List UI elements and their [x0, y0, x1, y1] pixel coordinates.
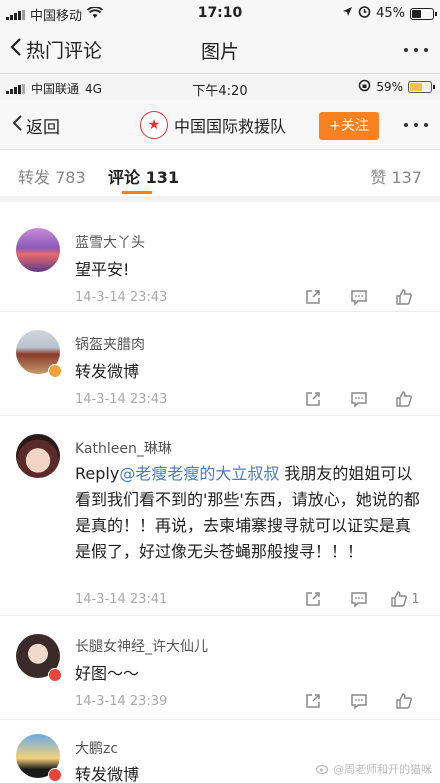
- avatar[interactable]: [16, 434, 60, 478]
- thumbs-up-icon: [391, 591, 408, 607]
- weibo-logo-icon: [315, 762, 330, 777]
- commenter-name[interactable]: 大鹏zc: [75, 738, 118, 758]
- tab-repost[interactable]: 转发 783: [18, 164, 86, 188]
- alarm-icon: [358, 5, 371, 22]
- account-avatar: ★: [140, 111, 168, 139]
- commenter-name[interactable]: 蓝雪大丫头: [75, 232, 145, 252]
- like-count: 1: [411, 591, 420, 607]
- share-icon: [306, 290, 320, 304]
- reply-button[interactable]: [336, 692, 382, 710]
- comment-text: 望平安!: [75, 260, 130, 279]
- reply-button[interactable]: [336, 288, 382, 306]
- commenter-name[interactable]: Kathleen_琳琳: [75, 438, 172, 458]
- verified-badge-icon: [48, 668, 62, 682]
- chevron-left-icon: [12, 114, 23, 137]
- tab-likes[interactable]: 赞 137: [370, 164, 422, 188]
- reply-button[interactable]: [336, 590, 382, 608]
- star-icon: ★: [147, 117, 161, 133]
- back-label: 返回: [26, 118, 60, 138]
- thumbs-up-icon: [395, 693, 412, 709]
- commenter-name[interactable]: 长腿女神经_许大仙儿: [75, 636, 208, 656]
- watermark-text: @周老师和开的猫咪: [333, 763, 432, 776]
- share-button[interactable]: [290, 590, 336, 608]
- comment-icon: [351, 392, 367, 408]
- avatar[interactable]: [16, 228, 60, 272]
- battery-icon: [410, 7, 437, 20]
- inner-nav-bar: 返回 ★ 中国国际救援队 +关注: [0, 100, 440, 150]
- tab-comments[interactable]: 评论 131: [108, 164, 179, 188]
- battery-percent: 59%: [376, 80, 403, 94]
- comment-icon: [351, 290, 367, 306]
- comment-item: 锅盔夹腊肉 转发微博 14-3-14 23:43: [0, 312, 440, 416]
- inner-status-bar: 中国联通 4G 下午4:20 59%: [0, 74, 440, 100]
- like-button[interactable]: [382, 692, 428, 710]
- back-button[interactable]: 返回: [12, 113, 60, 138]
- comment-time: 14-3-14 23:43: [75, 290, 168, 305]
- share-button[interactable]: [290, 390, 336, 408]
- comment-icon: [351, 694, 367, 710]
- comment-item: 蓝雪大丫头 望平安! 14-3-14 23:43: [0, 208, 440, 312]
- share-icon: [306, 694, 320, 708]
- reply-button[interactable]: [336, 390, 382, 408]
- active-tab-indicator: [122, 191, 152, 194]
- outer-nav-bar: 热门评论 图片: [0, 26, 440, 74]
- comment-text: Reply@老瘦老瘦的大立叔叔 我朋友的姐姐可以看到我们看不到的'那些'东西，请…: [75, 461, 426, 565]
- comment-time: 14-3-14 23:41: [75, 592, 168, 607]
- more-icon[interactable]: [404, 48, 428, 52]
- outer-status-bar: 中国移动 17:10 45%: [0, 0, 440, 26]
- mention-link[interactable]: @老瘦老瘦的大立叔叔: [119, 464, 279, 483]
- account-header[interactable]: ★ 中国国际救援队: [140, 111, 286, 139]
- like-button[interactable]: [382, 390, 428, 408]
- comment-text: 转发微博: [75, 362, 140, 381]
- share-button[interactable]: [290, 692, 336, 710]
- comment-text: 好图～～: [75, 664, 140, 683]
- share-button[interactable]: [290, 288, 336, 306]
- like-button[interactable]: 1: [382, 590, 428, 608]
- embedded-screenshot: 中国联通 4G 下午4:20 59% 返回 ★ 中国国际救援队 +关注 转发 7…: [0, 74, 440, 783]
- location-icon: [342, 6, 353, 21]
- page-title: 图片: [200, 41, 239, 63]
- comment-actions: 1: [290, 590, 428, 608]
- comment-item: 长腿女神经_许大仙儿 好图～～ 14-3-14 23:39: [0, 616, 440, 720]
- thumbs-up-icon: [395, 391, 412, 407]
- comment-icon: [351, 592, 367, 608]
- comment-actions: [290, 692, 428, 710]
- lock-rotation-icon: [358, 79, 371, 95]
- account-name: 中国国际救援队: [174, 117, 287, 136]
- tab-bar: 转发 783 评论 131 赞 137: [0, 150, 440, 202]
- share-icon: [306, 392, 320, 406]
- thumbs-up-icon: [395, 289, 412, 305]
- verified-badge-icon: [48, 364, 62, 378]
- like-button[interactable]: [382, 288, 428, 306]
- verified-badge-icon: [48, 768, 62, 782]
- comment-time: 14-3-14 23:43: [75, 392, 168, 407]
- comment-item: Kathleen_琳琳 Reply@老瘦老瘦的大立叔叔 我朋友的姐姐可以看到我们…: [0, 416, 440, 616]
- commenter-name[interactable]: 锅盔夹腊肉: [75, 334, 145, 354]
- reply-prefix: Reply: [75, 464, 120, 483]
- share-icon: [306, 592, 320, 606]
- comment-time: 14-3-14 23:39: [75, 694, 168, 709]
- battery-icon: [408, 81, 435, 93]
- comment-actions: [290, 390, 428, 408]
- battery-percent: 45%: [376, 6, 405, 21]
- more-icon[interactable]: [404, 123, 428, 127]
- comment-actions: [290, 288, 428, 306]
- watermark: @周老师和开的猫咪: [315, 761, 432, 777]
- follow-button[interactable]: +关注: [319, 112, 379, 140]
